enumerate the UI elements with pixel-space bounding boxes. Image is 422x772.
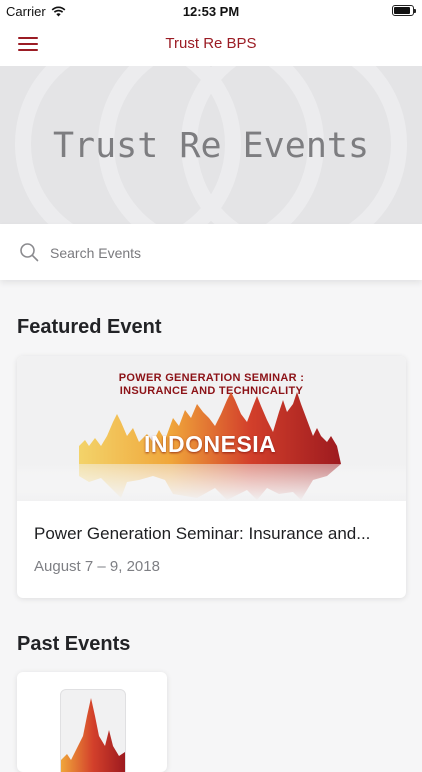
past-event-thumbnail: [60, 689, 126, 772]
featured-event-image: POWER GENERATION SEMINAR : INSURANCE AND…: [17, 356, 406, 501]
featured-event-date: August 7 – 9, 2018: [34, 558, 160, 575]
past-event-card[interactable]: [17, 672, 167, 772]
featured-event-card[interactable]: POWER GENERATION SEMINAR : INSURANCE AND…: [17, 356, 406, 598]
battery-fill: [394, 7, 411, 14]
search-input[interactable]: [48, 241, 392, 265]
hero-banner: Trust Re Events: [0, 66, 422, 226]
search-icon: [20, 243, 39, 262]
search-bar: [0, 224, 422, 280]
temple-skyline-illustration: [17, 392, 406, 501]
banner-country: INDONESIA: [144, 431, 277, 457]
featured-section-heading: Featured Event: [17, 316, 162, 338]
status-time: 12:53 PM: [182, 4, 240, 19]
past-section-heading: Past Events: [17, 633, 131, 655]
featured-event-title: Power Generation Seminar: Insurance and.…: [34, 524, 371, 543]
status-bar: Carrier 12:53 PM: [0, 0, 422, 22]
hero-title: Trust Re Events: [52, 126, 370, 166]
nav-title: Trust Re BPS: [165, 35, 257, 52]
temple-thumbnail-illustration: [61, 698, 125, 772]
battery-icon: [392, 5, 416, 16]
nav-bar: Trust Re BPS: [0, 22, 422, 66]
